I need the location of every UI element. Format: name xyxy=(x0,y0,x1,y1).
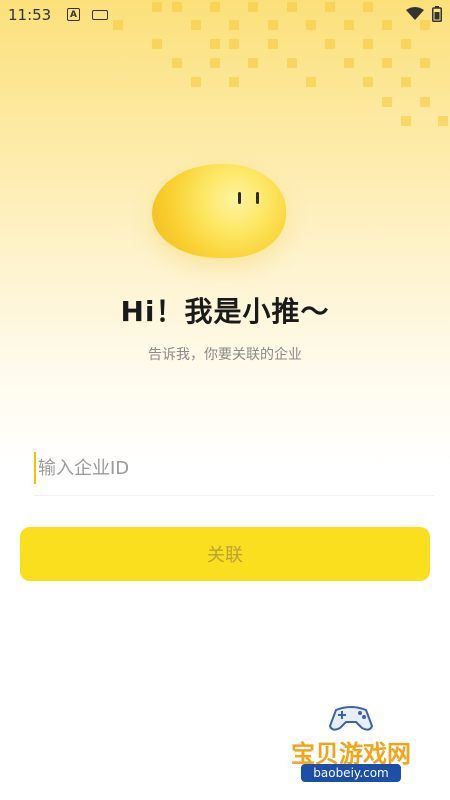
wifi-icon xyxy=(406,7,424,20)
link-button[interactable]: 关联 xyxy=(20,527,430,581)
a-icon: A xyxy=(67,8,80,21)
status-time: 11:53 xyxy=(8,6,52,24)
gamepad-icon xyxy=(328,706,374,731)
mascot-left-eye xyxy=(238,192,241,204)
status-right-icons xyxy=(406,6,442,22)
greeting-headline: Hi！我是小推～ xyxy=(120,295,330,328)
enterprise-id-input[interactable] xyxy=(34,452,434,484)
greeting-subtitle: 告诉我，你要关联的企业 xyxy=(148,347,302,363)
watermark-url: baobeiy.com xyxy=(301,764,401,782)
status-bar: 11:53 A xyxy=(0,0,450,30)
watermark-logo: 宝贝游戏网 baobeiy.com xyxy=(276,702,426,792)
battery-icon xyxy=(432,6,442,22)
input-divider xyxy=(34,495,434,496)
keyboard-icon xyxy=(92,10,108,20)
mascot-blob xyxy=(152,164,286,258)
mascot-right-eye xyxy=(256,192,259,204)
